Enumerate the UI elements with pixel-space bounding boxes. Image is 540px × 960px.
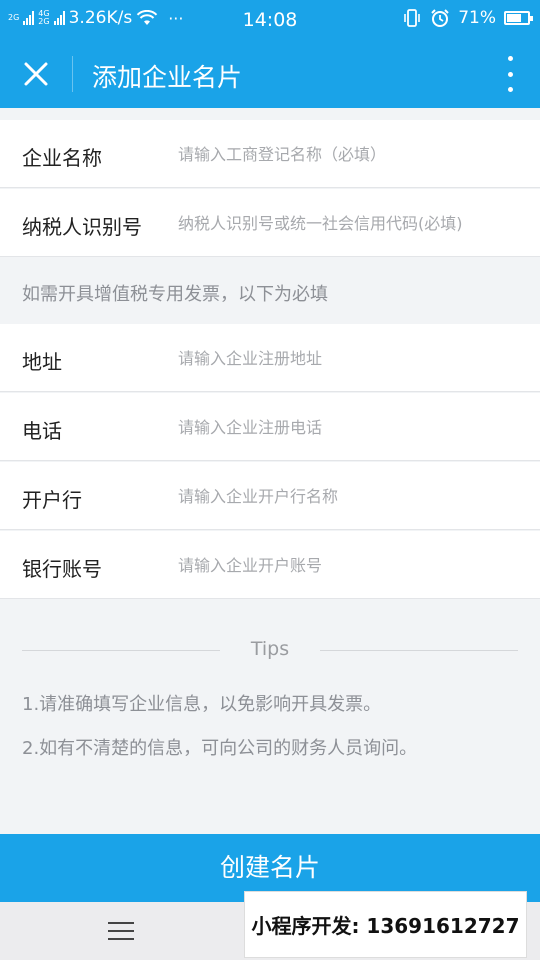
more-icon[interactable] bbox=[506, 56, 514, 92]
battery-percent: 71% bbox=[458, 8, 496, 28]
bank-label: 开户行 bbox=[22, 488, 82, 512]
tax-id-row: 纳税人识别号 bbox=[0, 189, 540, 257]
company-name-row: 企业名称 bbox=[0, 120, 540, 188]
vat-note: 如需开具增值税专用发票，以下为必填 bbox=[22, 284, 328, 305]
nav-divider bbox=[72, 56, 73, 92]
address-row: 地址 bbox=[0, 324, 540, 392]
alarm-icon bbox=[431, 9, 449, 27]
bank-input[interactable] bbox=[178, 480, 528, 512]
nav-bar: 添加企业名片 bbox=[0, 38, 540, 108]
tip-item: 2.如有不清楚的信息，可向公司的财务人员询问。 bbox=[22, 738, 418, 759]
account-input[interactable] bbox=[178, 549, 528, 581]
promo-banner: 小程序开发: 13691612727 bbox=[244, 891, 527, 958]
account-label: 银行账号 bbox=[22, 557, 102, 581]
vibrate-icon bbox=[404, 9, 421, 27]
phone-row: 电话 bbox=[0, 393, 540, 461]
phone-label: 电话 bbox=[22, 419, 62, 443]
tax-id-input[interactable] bbox=[178, 207, 528, 239]
tip-item: 1.请准确填写企业信息，以免影响开具发票。 bbox=[22, 694, 382, 715]
tax-id-label: 纳税人识别号 bbox=[22, 215, 142, 239]
battery-icon bbox=[504, 11, 533, 25]
page-title: 添加企业名片 bbox=[92, 63, 243, 92]
status-bar: 2G 4G 2G 3.26K/s ··· 14:08 71% bbox=[0, 0, 540, 38]
company-name-input[interactable] bbox=[178, 138, 528, 170]
battery-fill bbox=[507, 14, 521, 22]
phone-input[interactable] bbox=[178, 411, 528, 443]
account-row: 银行账号 bbox=[0, 531, 540, 599]
address-label: 地址 bbox=[22, 350, 62, 374]
promo-text: 小程序开发: 13691612727 bbox=[251, 914, 520, 938]
tips-title: Tips bbox=[250, 638, 290, 660]
close-icon[interactable] bbox=[22, 60, 50, 88]
company-name-label: 企业名称 bbox=[22, 146, 102, 170]
address-input[interactable] bbox=[178, 342, 528, 374]
menu-icon[interactable] bbox=[108, 922, 134, 940]
bank-row: 开户行 bbox=[0, 462, 540, 530]
status-right: 71% bbox=[402, 8, 533, 28]
